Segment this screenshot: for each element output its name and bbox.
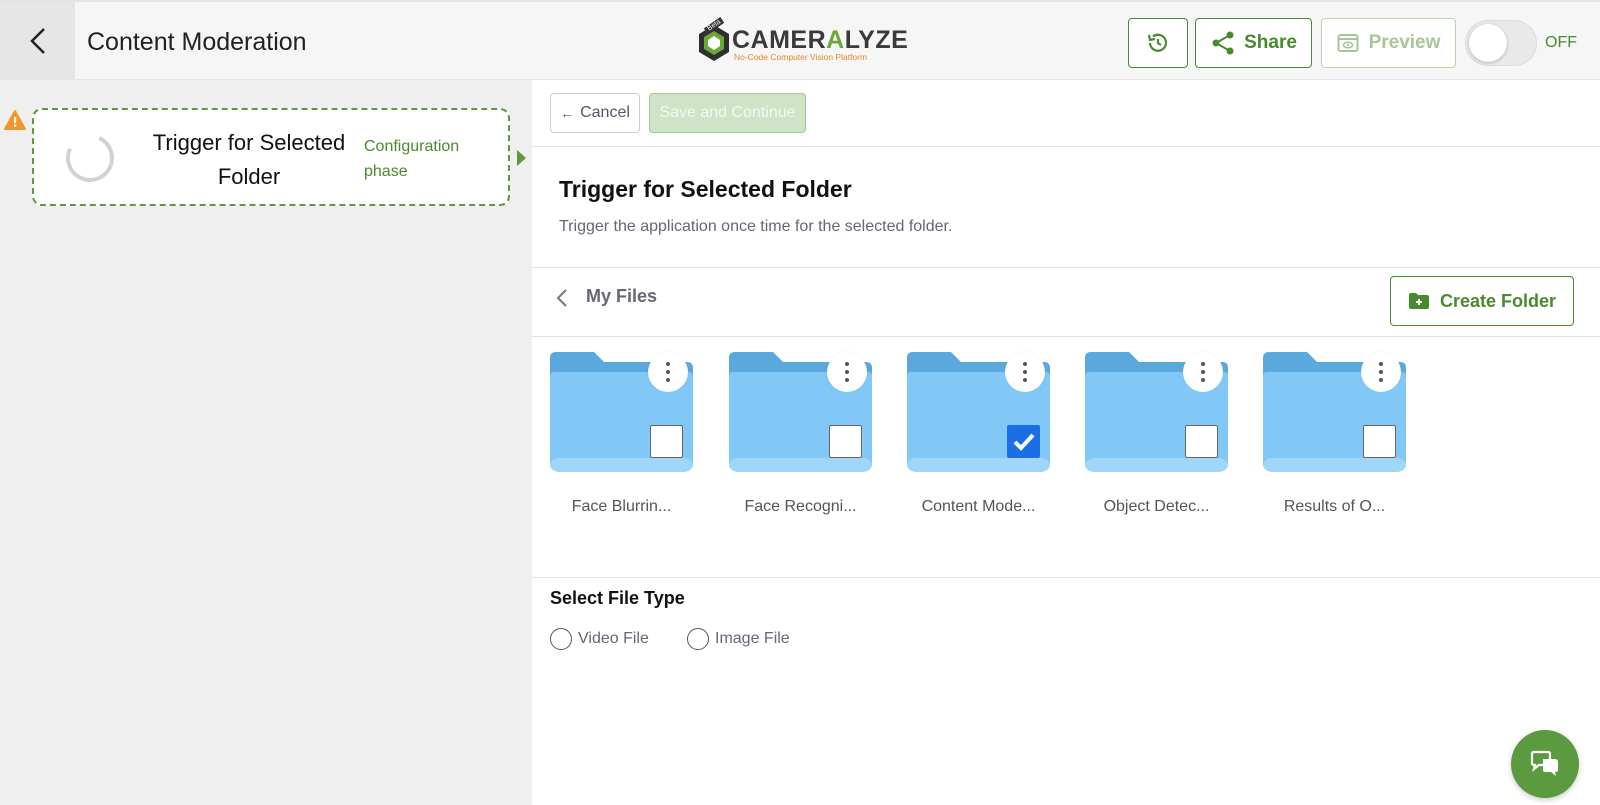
toggle-knob [1469,24,1507,62]
folder-item[interactable]: Content Mode... [907,350,1052,525]
checkmark-icon [1013,433,1034,451]
folder-name: Object Detec... [1103,498,1210,515]
toggle-state-label: OFF [1545,34,1577,51]
divider [532,336,1600,337]
folder-name: Face Recogni... [744,498,857,515]
files-breadcrumb: My Files [586,286,658,306]
pipeline-panel: Trigger for Selected Folder Configuratio… [0,80,532,805]
file-type-title: Select File Type [550,588,685,608]
files-back-button[interactable] [554,286,570,315]
divider [532,146,1600,147]
folder-checkbox[interactable] [1185,425,1218,458]
folder-item[interactable]: Object Detec... [1085,350,1230,525]
chat-button[interactable] [1511,730,1579,798]
logo-wordmark: CAMERALYZE [732,26,909,54]
step-arrow-icon [517,150,526,166]
preview-label: Preview [1368,32,1441,53]
chevron-left-icon [556,289,567,307]
loading-spinner-icon [59,127,121,189]
radio-button[interactable] [687,628,709,650]
folder-menu-button[interactable] [1005,352,1045,392]
config-panel: ← Cancel Save and Continue Trigger for S… [532,80,1600,805]
chat-bubbles-icon [1530,750,1558,776]
folder-name: Content Mode... [921,498,1036,515]
trigger-step-card[interactable]: Trigger for Selected Folder Configuratio… [32,108,510,206]
folder-item[interactable]: Face Blurrin... [550,350,695,525]
arrow-left-icon: ← [560,105,575,121]
folder-menu-button[interactable] [827,352,867,392]
folder-menu-button[interactable] [1183,352,1223,392]
logo-tagline: No-Code Computer Vision Platform [734,52,868,62]
folder-name: Results of O... [1283,498,1386,515]
folder-name: Face Blurrin... [571,498,672,515]
radio-image-file[interactable]: Image File [687,628,790,650]
radio-button[interactable] [550,628,572,650]
folder-checkbox[interactable] [1363,425,1396,458]
warning-icon [4,110,26,130]
folder-checkbox[interactable] [650,425,683,458]
chevron-left-icon [29,28,45,54]
history-button[interactable] [1128,18,1188,68]
cancel-button[interactable]: ← Cancel [550,93,640,133]
history-icon [1147,33,1168,52]
share-icon [1212,31,1234,55]
page-title: Content Moderation [87,28,307,56]
create-folder-button[interactable]: Create Folder [1390,276,1574,326]
share-label: Share [1244,32,1297,53]
step-phase: Configuration phase [364,138,460,180]
app-header: Content Moderation Beta CAMERALYZE No-Co… [0,0,1600,80]
section-title: Trigger for Selected Folder [559,176,852,202]
folder-item[interactable]: Results of O... [1263,350,1408,525]
divider [532,267,1600,268]
divider [532,577,1600,578]
cameralyze-logo: Beta CAMERALYZE No-Code Computer Vision … [698,16,909,64]
folder-menu-button[interactable] [648,352,688,392]
back-button[interactable] [0,2,75,80]
preview-button[interactable]: Preview [1321,18,1456,68]
save-and-continue-button[interactable]: Save and Continue [649,93,806,133]
folder-checkbox[interactable] [829,425,862,458]
folder-add-icon [1408,293,1429,309]
folder-checkbox[interactable] [1007,425,1040,458]
section-description: Trigger the application once time for th… [559,218,953,235]
preview-icon [1337,34,1359,52]
publish-toggle[interactable] [1465,20,1537,66]
step-title: Trigger for Selected Folder [152,130,346,189]
folder-item[interactable]: Face Recogni... [729,350,874,525]
radio-video-file[interactable]: Video File [550,628,649,650]
share-button[interactable]: Share [1195,18,1312,68]
folder-menu-button[interactable] [1361,352,1401,392]
